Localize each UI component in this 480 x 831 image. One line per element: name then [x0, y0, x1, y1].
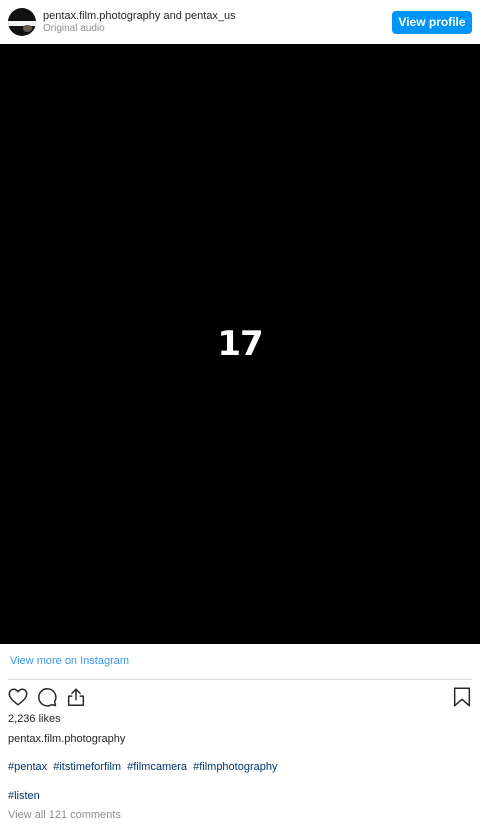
view-comments-link[interactable]: View all 121 comments: [8, 809, 121, 821]
share-icon[interactable]: [65, 686, 87, 708]
heart-icon[interactable]: [7, 686, 29, 708]
hashtag-link[interactable]: #filmcamera: [127, 761, 187, 773]
hashtag-link[interactable]: #filmphotography: [193, 761, 277, 773]
divider: [8, 679, 472, 680]
header-text: pentax.film.photography and pentax_us Or…: [43, 11, 236, 34]
avatar-band: [8, 21, 36, 26]
avatar[interactable]: [8, 8, 36, 36]
post-header: pentax.film.photography and pentax_us Or…: [0, 0, 480, 44]
connector-text: and: [163, 10, 182, 22]
caption-username[interactable]: pentax.film.photography: [8, 733, 125, 745]
view-more-link[interactable]: View more on Instagram: [10, 655, 129, 667]
bookmark-icon[interactable]: [451, 686, 473, 708]
hashtag-link[interactable]: #pentax: [8, 761, 47, 773]
collaborator-link[interactable]: pentax_us: [185, 10, 236, 22]
username-link[interactable]: pentax.film.photography: [43, 10, 160, 22]
caption-hashtags: #pentax #itstimeforfilm #filmcamera #fil…: [8, 761, 280, 773]
comment-icon[interactable]: [36, 686, 58, 708]
audio-link[interactable]: Original audio: [43, 24, 236, 34]
video-overlay-number: 17: [217, 324, 263, 364]
view-profile-button[interactable]: View profile: [392, 11, 472, 34]
video-player[interactable]: 17: [0, 44, 480, 644]
header-title: pentax.film.photography and pentax_us: [43, 11, 236, 22]
avatar-lens: [23, 25, 32, 32]
likes-count[interactable]: 2,236 likes: [8, 713, 61, 725]
hashtag-link[interactable]: #itstimeforfilm: [53, 761, 121, 773]
hashtag-link[interactable]: #listen: [8, 790, 40, 802]
